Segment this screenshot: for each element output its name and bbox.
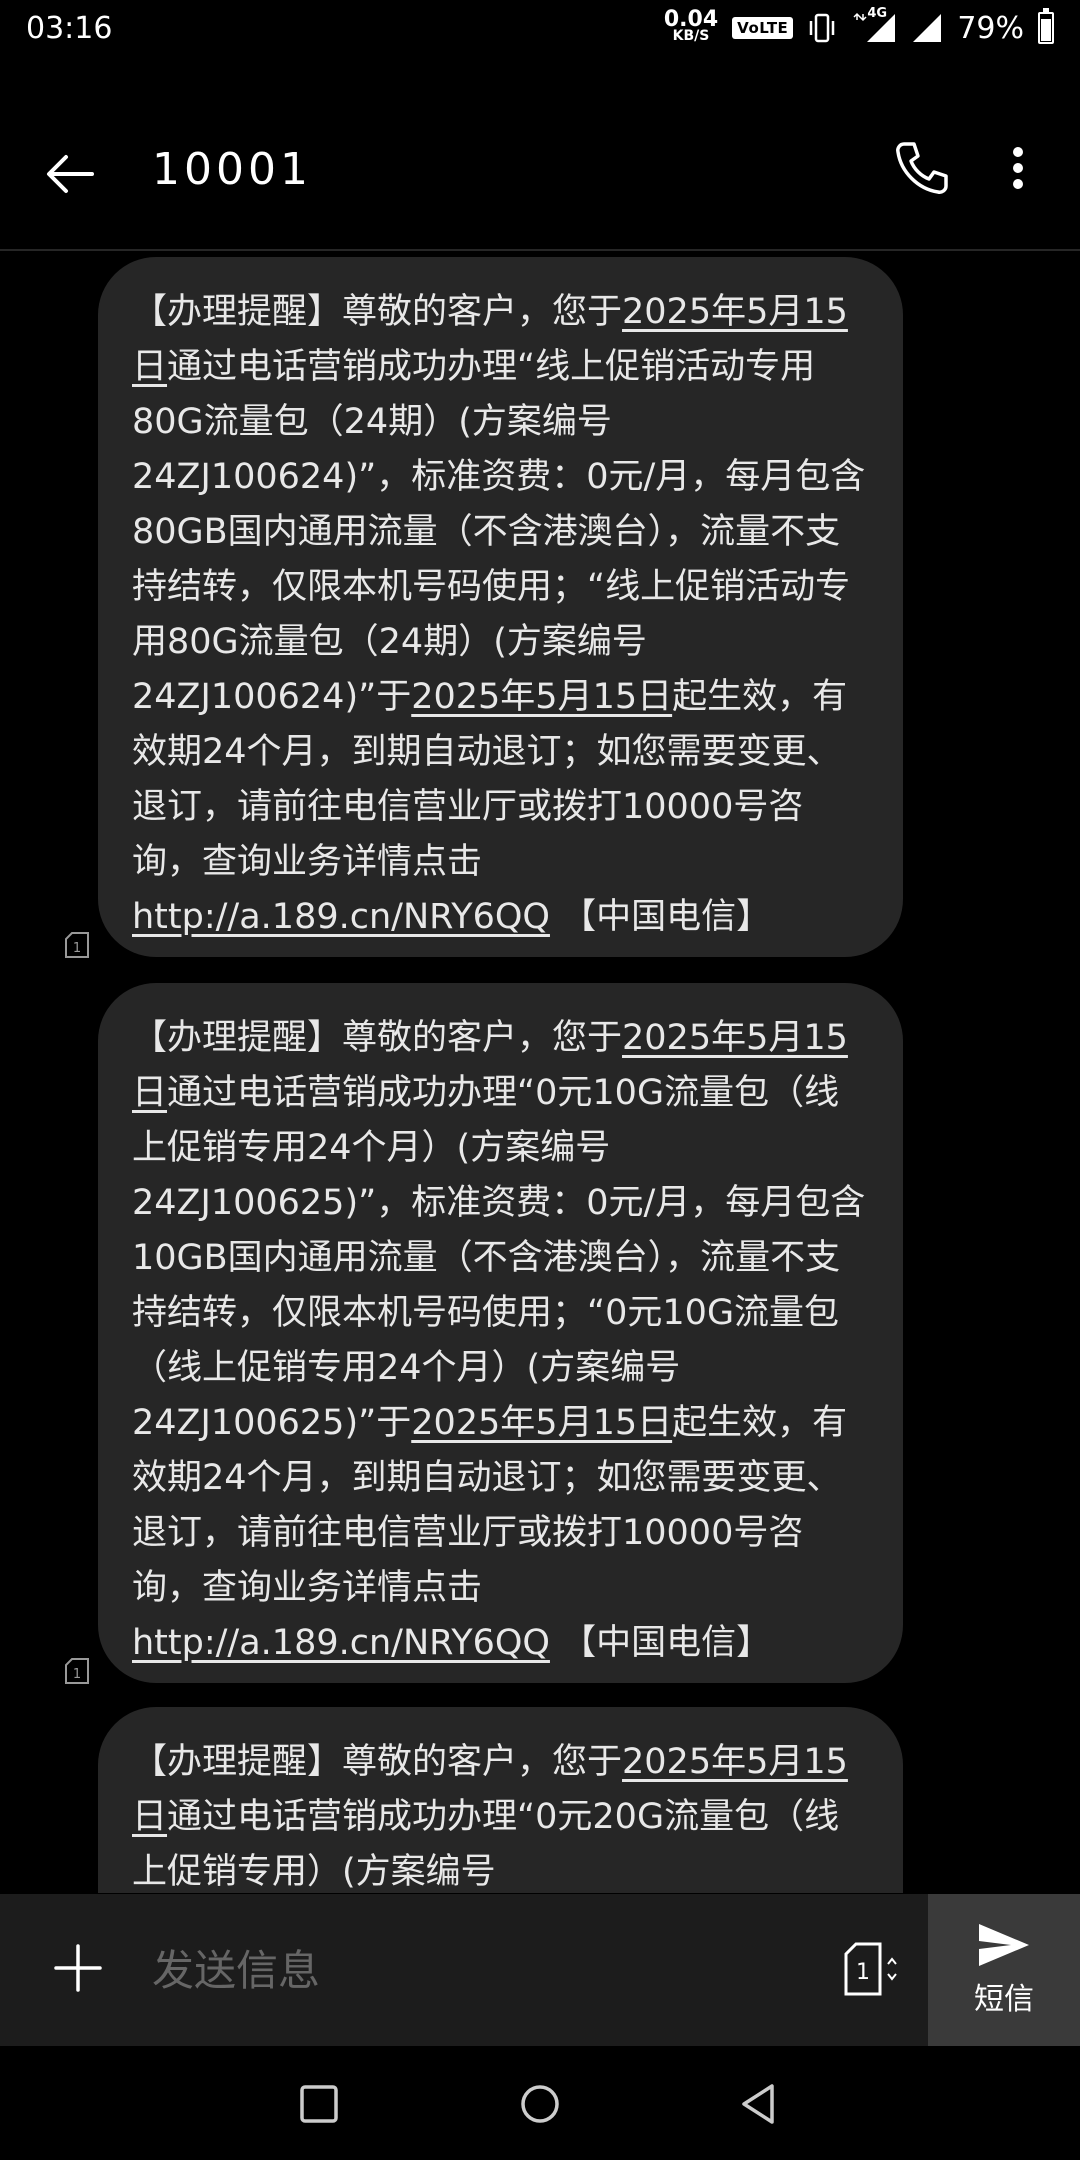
sim-label: 1 (73, 1667, 81, 1682)
message-text: 【办理提醒】尊敬的客户，您于 (132, 1018, 623, 1058)
message-text: 【中国电信】 (549, 897, 772, 937)
home-circle-icon[interactable] (510, 2074, 570, 2134)
message-link[interactable]: 2025年5月15日 (411, 677, 672, 717)
message-text: 【办理提醒】尊敬的客户，您于 (132, 1742, 623, 1782)
message-bubble[interactable]: 【办理提醒】尊敬的客户，您于 2025年5月15日通过电话营销成功办理“线上促销活… (98, 257, 903, 957)
message-text: 通过电话营销成功办理“0元20G流量包（线上促销专用）(方案编号 (132, 1797, 840, 1892)
battery-percent: 79% (957, 10, 1024, 46)
sim-selector-label: 1 (856, 1960, 870, 1985)
message-link[interactable]: http://a.189.cn/NRY6QQ (132, 1623, 550, 1663)
sim-card-icon: 1 (65, 932, 89, 958)
send-label: 短信 (974, 1982, 1034, 2017)
message-bubble[interactable]: 【办理提醒】尊敬的客户，您于 2025年5月15日通过电话营销成功办理“0元10G… (98, 983, 903, 1683)
message-link[interactable]: 2025年5月15日 (411, 1403, 672, 1443)
arrow-left-icon[interactable] (40, 144, 100, 204)
signal-4g: 4G (851, 6, 897, 44)
recents-square-icon[interactable] (289, 2074, 349, 2134)
status-time: 03:16 (26, 10, 113, 46)
phone-icon[interactable] (890, 136, 954, 200)
status-bar: 03:16 0.04 KB/S VoLTE 4G 79% (0, 0, 1080, 56)
status-icons: 0.04 KB/S VoLTE 4G 79% (663, 6, 1054, 46)
signal-icon (853, 12, 896, 42)
signal-icon-2 (913, 14, 942, 42)
battery-icon (1038, 8, 1054, 44)
network-speed: 0.04 KB/S (663, 7, 719, 45)
message-input[interactable] (152, 1934, 802, 2006)
network-speed-unit: KB/S (672, 28, 710, 44)
message-text: 通过电话营销成功办理“线上促销活动专用80G流量包（24期）(方案编号24ZJ1… (132, 347, 866, 717)
conversation-title: 10001 (152, 144, 312, 195)
composer: 1 短信 (0, 1894, 1080, 2046)
sim-selector[interactable]: 1 (842, 1938, 902, 2000)
more-vert-icon[interactable] (998, 136, 1038, 200)
volte-badge: VoLTE (732, 17, 794, 39)
vibrate-icon (810, 13, 835, 43)
message-text: 通过电话营销成功办理“0元10G流量包（线上促销专用24个月）(方案编号24ZJ… (132, 1073, 866, 1443)
send-button[interactable]: 短信 (928, 1894, 1080, 2046)
system-nav-bar (0, 2046, 1080, 2160)
network-speed-value: 0.04 (663, 7, 719, 32)
send-icon (979, 1924, 1029, 1966)
back-triangle-icon[interactable] (730, 2074, 790, 2134)
sim-label: 1 (73, 941, 81, 956)
message-link[interactable]: http://a.189.cn/NRY6QQ (132, 897, 550, 937)
plus-icon[interactable] (50, 1940, 106, 1996)
app-bar: 10001 (0, 56, 1080, 251)
sim-card-icon: 1 (844, 1942, 897, 1996)
sim-card-icon: 1 (65, 1658, 89, 1684)
message-list[interactable]: 【办理提醒】尊敬的客户，您于2025年5月15日通过电话营销成功办理“线上促销活… (0, 253, 1080, 1893)
message-text: 【办理提醒】尊敬的客户，您于 (132, 292, 623, 332)
message-text: 【中国电信】 (549, 1623, 772, 1663)
message-bubble[interactable]: 【办理提醒】尊敬的客户，您于2025年5月15日通过电话营销成功办理“0元20G… (98, 1707, 903, 1893)
